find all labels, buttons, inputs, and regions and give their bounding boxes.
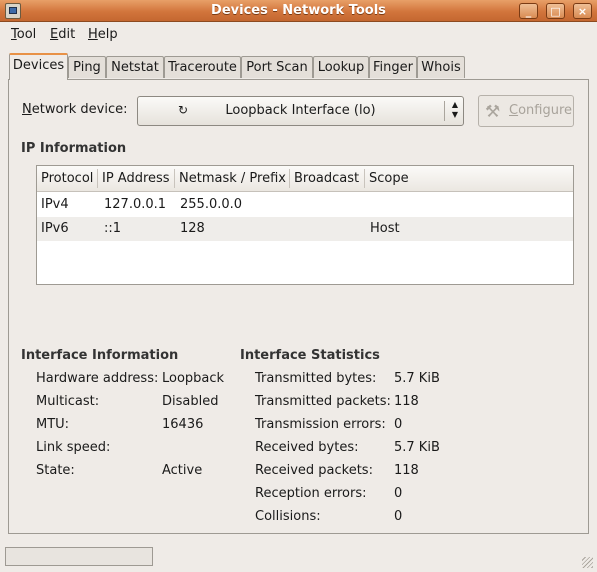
collisions-value: 0 xyxy=(394,509,403,524)
menu-bar: Tool Edit Help xyxy=(0,23,597,47)
transmitted-bytes-label: Transmitted bytes: xyxy=(255,371,377,386)
tab-finger[interactable]: Finger xyxy=(369,56,417,78)
mtu-label: MTU: xyxy=(36,417,70,432)
configure-button[interactable]: ⚒ Configure xyxy=(478,95,574,127)
link-speed-label: Link speed: xyxy=(36,440,111,455)
interface-information-title: Interface Information xyxy=(21,348,179,363)
cell-netmask: 255.0.0.0 xyxy=(180,197,243,212)
resize-grip-icon[interactable] xyxy=(582,557,593,568)
transmission-errors-value: 0 xyxy=(394,417,403,432)
transmitted-packets-label: Transmitted packets: xyxy=(255,394,391,409)
cell-ip-address: 127.0.0.1 xyxy=(104,197,167,212)
progress-bar xyxy=(5,547,153,566)
hardware-address-label: Hardware address: xyxy=(36,371,159,386)
column-separator xyxy=(97,169,98,188)
collisions-label: Collisions: xyxy=(255,509,321,524)
tab-netstat[interactable]: Netstat xyxy=(106,56,164,78)
received-packets-label: Received packets: xyxy=(255,463,373,478)
interface-statistics-title: Interface Statistics xyxy=(240,348,380,363)
transmitted-bytes-value: 5.7 KiB xyxy=(394,371,440,386)
network-device-label: Network device: xyxy=(22,102,128,117)
cell-scope: Host xyxy=(370,221,400,236)
multicast-value: Disabled xyxy=(162,394,219,409)
combo-arrows-icon: ▲ ▼ xyxy=(451,100,458,119)
transmitted-packets-value: 118 xyxy=(394,394,419,409)
tab-ping[interactable]: Ping xyxy=(68,56,106,78)
table-header: Protocol IP Address Netmask / Prefix Bro… xyxy=(37,166,573,192)
received-bytes-label: Received bytes: xyxy=(255,440,359,455)
tab-lookup[interactable]: Lookup xyxy=(313,56,369,78)
mtu-value: 16436 xyxy=(162,417,204,432)
cell-protocol: IPv4 xyxy=(41,197,69,212)
close-button[interactable]: × xyxy=(573,3,592,19)
received-packets-value: 118 xyxy=(394,463,419,478)
column-protocol[interactable]: Protocol xyxy=(41,171,93,186)
column-separator xyxy=(364,169,365,188)
received-bytes-value: 5.7 KiB xyxy=(394,440,440,455)
column-separator xyxy=(289,169,290,188)
tab-whois[interactable]: Whois xyxy=(417,56,465,78)
state-value: Active xyxy=(162,463,203,478)
menu-tool[interactable]: Tool xyxy=(11,27,36,42)
configure-label: Configure xyxy=(509,103,573,118)
table-row[interactable]: IPv6 ::1 128 Host xyxy=(37,217,573,241)
title-bar[interactable]: Devices - Network Tools _ □ × xyxy=(0,0,597,22)
multicast-label: Multicast: xyxy=(36,394,100,409)
cell-protocol: IPv6 xyxy=(41,221,69,236)
column-ip-address[interactable]: IP Address xyxy=(102,171,170,186)
menu-edit[interactable]: Edit xyxy=(50,27,75,42)
column-broadcast[interactable]: Broadcast xyxy=(294,171,359,186)
reception-errors-value: 0 xyxy=(394,486,403,501)
menu-help[interactable]: Help xyxy=(88,27,118,42)
column-netmask[interactable]: Netmask / Prefix xyxy=(179,171,286,186)
network-device-selected: Loopback Interface (lo) xyxy=(225,103,376,118)
state-label: State: xyxy=(36,463,75,478)
table-row[interactable]: IPv4 127.0.0.1 255.0.0.0 xyxy=(37,193,573,217)
tools-icon: ⚒ xyxy=(485,102,501,122)
tab-traceroute[interactable]: Traceroute xyxy=(164,56,241,78)
ip-information-table[interactable]: Protocol IP Address Netmask / Prefix Bro… xyxy=(36,165,574,285)
maximize-button[interactable]: □ xyxy=(546,3,565,19)
column-separator xyxy=(174,169,175,188)
combo-separator xyxy=(444,101,445,121)
column-scope[interactable]: Scope xyxy=(369,171,409,186)
cell-ip-address: ::1 xyxy=(104,221,122,236)
transmission-errors-label: Transmission errors: xyxy=(255,417,386,432)
cell-netmask: 128 xyxy=(180,221,205,236)
window-title: Devices - Network Tools xyxy=(211,3,386,18)
hardware-address-value: Loopback xyxy=(162,371,225,386)
reception-errors-label: Reception errors: xyxy=(255,486,367,501)
tab-port-scan[interactable]: Port Scan xyxy=(241,56,313,78)
tab-devices[interactable]: Devices xyxy=(9,53,68,80)
ip-information-title: IP Information xyxy=(21,141,127,156)
status-bar xyxy=(0,542,597,572)
network-device-combo[interactable]: ↻ Loopback Interface (lo) ▲ ▼ xyxy=(137,96,464,126)
minimize-button[interactable]: _ xyxy=(519,3,538,19)
